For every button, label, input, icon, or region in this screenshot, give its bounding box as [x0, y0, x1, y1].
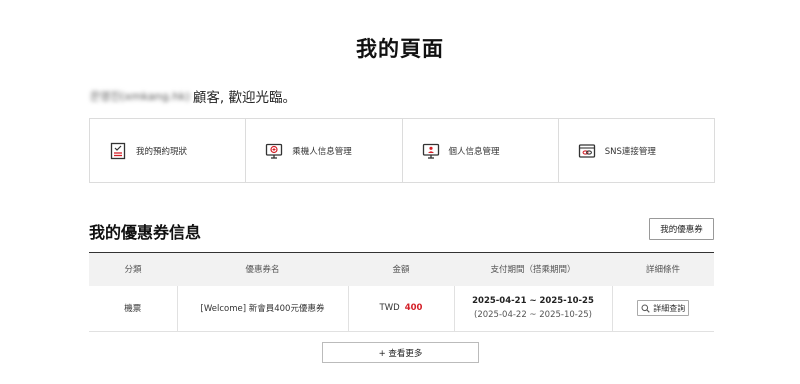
- personal-info-monitor-icon: [422, 142, 440, 160]
- page-title: 我的頁面: [356, 37, 444, 61]
- menu-label: 我的預約現狀: [136, 146, 188, 157]
- menu-my-reservations[interactable]: 我的預約現狀: [90, 119, 247, 182]
- table-row: 機票 [Welcome] 新會員400元優惠券 TWD 400 2025-04-2…: [89, 285, 714, 332]
- cell-details: 詳細查詢: [611, 285, 714, 332]
- coupon-section-title: 我的優惠券信息: [89, 223, 202, 242]
- quick-menu: 我的預約現狀 乘機人信息管理 個人信息管理 SNS連接管理: [89, 118, 715, 183]
- menu-label: 乘機人信息管理: [292, 146, 352, 157]
- user-name: 은영진(xmkang.hk): [90, 90, 190, 103]
- menu-passenger-info[interactable]: 乘機人信息管理: [246, 119, 403, 182]
- menu-label: 個人信息管理: [448, 146, 500, 157]
- sns-link-icon: [578, 142, 596, 160]
- header-coupon-name: 優惠券名: [245, 265, 280, 276]
- header-details: 詳細條件: [645, 265, 680, 276]
- menu-sns-connection[interactable]: SNS連接管理: [559, 119, 714, 182]
- passenger-monitor-icon: [265, 142, 283, 160]
- header-amount: 金額: [392, 265, 410, 276]
- search-icon: [641, 304, 650, 313]
- detail-query-label: 詳細查詢: [653, 303, 686, 313]
- reservation-icon: [109, 142, 127, 160]
- detail-query-button[interactable]: 詳細查詢: [637, 300, 690, 317]
- welcome-message: 은영진(xmkang.hk) 顧客, 歡迎光臨。: [90, 86, 296, 106]
- cell-category: 機票: [124, 304, 142, 315]
- cell-coupon-name: [Welcome] 新會員400元優惠券: [176, 285, 348, 332]
- view-more-button[interactable]: + 查看更多: [322, 342, 479, 363]
- amount-value: 400: [404, 303, 423, 314]
- pay-period: 2025-04-21 ~ 2025-10-25: [472, 296, 594, 307]
- coupon-table: 分類 優惠券名 金額 支付期間（搭乘期間） 詳細條件 機票 [Welcome] …: [89, 252, 714, 332]
- boarding-period: (2025-04-22 ~ 2025-10-25): [474, 310, 592, 321]
- amount-currency: TWD: [379, 303, 400, 314]
- menu-label: SNS連接管理: [604, 146, 656, 157]
- cell-amount: TWD 400: [347, 285, 454, 332]
- menu-personal-info[interactable]: 個人信息管理: [403, 119, 559, 182]
- header-category: 分類: [124, 265, 142, 276]
- table-header-row: 分類 優惠券名 金額 支付期間（搭乘期間） 詳細條件: [89, 252, 714, 286]
- header-period: 支付期間（搭乘期間）: [490, 265, 576, 276]
- my-coupons-button[interactable]: 我的優惠券: [649, 218, 714, 240]
- welcome-suffix: 顧客, 歡迎光臨。: [192, 90, 296, 106]
- cell-period: 2025-04-21 ~ 2025-10-25 (2025-04-22 ~ 20…: [453, 285, 612, 332]
